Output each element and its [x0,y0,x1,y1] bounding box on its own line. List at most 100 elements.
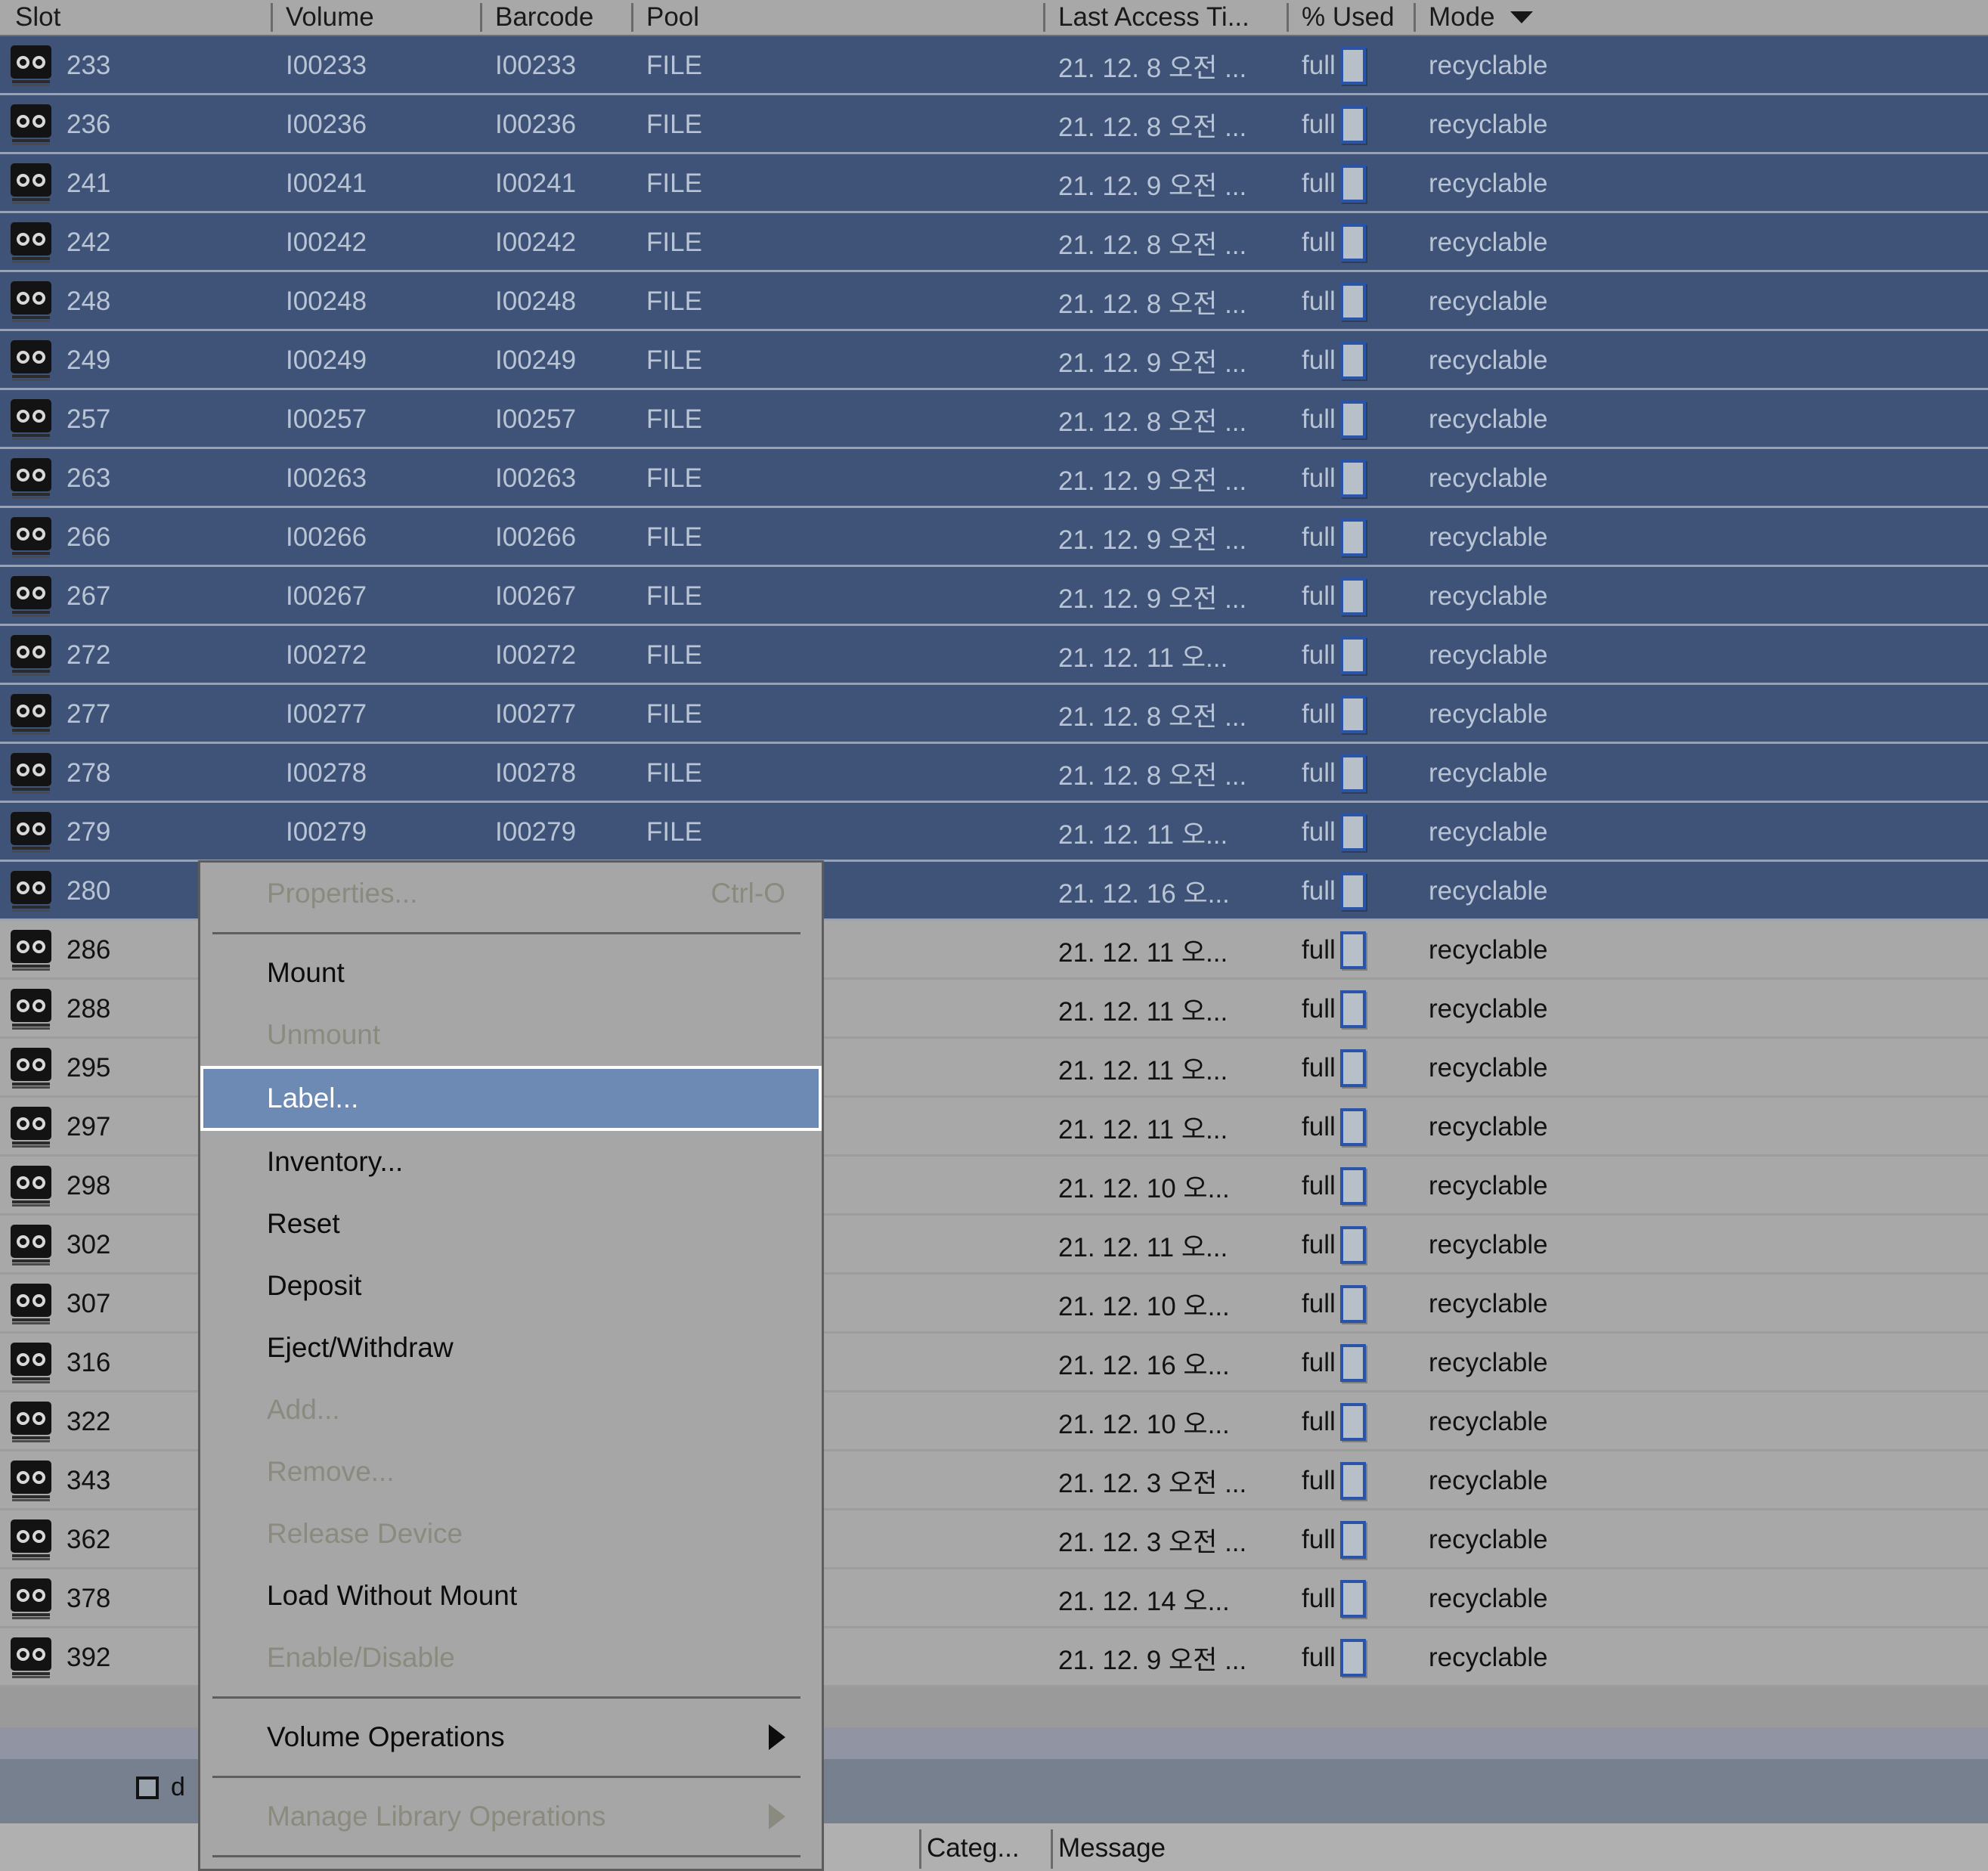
column-header-pool[interactable]: Pool [639,0,699,35]
cell-pctused: full [1302,567,1366,626]
menu-item-label: Manage Library Operations [267,1801,605,1832]
column-header-mode[interactable]: Mode [1421,0,1533,35]
cell-pctused: full [1302,95,1366,154]
menu-separator [212,932,800,934]
cell-slot: 288 [67,980,110,1039]
table-row[interactable]: 278I00278I00278FILE21. 12. 8 오전 ...fullr… [0,744,1988,803]
cell-pctused: full [1302,744,1366,803]
cell-lastacc: 21. 12. 8 오전 ... [1058,390,1246,449]
cell-lastacc: 21. 12. 8 오전 ... [1058,685,1246,744]
percent-used-label: full [1302,51,1336,81]
cell-volume: I00233 [286,36,367,95]
column-separator-mode[interactable] [1414,3,1416,32]
menu-item-shortcut: Ctrl-O [711,878,785,909]
table-row[interactable]: 242I00242I00242FILE21. 12. 8 오전 ...fullr… [0,213,1988,272]
menu-item-inventory[interactable]: Inventory... [200,1131,822,1193]
menu-item-manage-library-operations: Manage Library Operations [200,1786,822,1848]
percent-used-label: full [1302,640,1336,671]
cell-lastacc: 21. 12. 11 오... [1058,1216,1228,1275]
tape-cartridge-icon [11,45,51,86]
table-row[interactable]: 263I00263I00263FILE21. 12. 9 오전 ...fullr… [0,449,1988,508]
chevron-right-icon [769,1804,785,1829]
percent-used-label: full [1302,876,1336,906]
tape-cartridge-icon [11,340,51,381]
cell-slot: 279 [67,803,110,862]
percent-used-indicator [1340,519,1366,556]
column-separator-volume[interactable] [271,3,273,32]
cell-slot: 362 [67,1510,110,1569]
menu-item-load-without-mount[interactable]: Load Without Mount [200,1565,822,1627]
cell-pool: FILE [646,331,702,390]
tape-cartridge-icon [11,1107,51,1148]
column-separator-lastacc[interactable] [1043,3,1045,32]
column-separator-pctused[interactable] [1287,3,1289,32]
cell-mode: recyclable [1429,1392,1548,1451]
cell-pctused: full [1302,803,1366,862]
table-row[interactable]: 279I00279I00279FILE21. 12. 11 오...fullre… [0,803,1988,862]
percent-used-indicator [1340,931,1366,969]
message-column-separator[interactable] [919,1829,921,1869]
tape-cartridge-icon [11,1048,51,1089]
cell-pctused: full [1302,921,1366,980]
tape-cartridge-icon [11,989,51,1030]
column-header-volume[interactable]: Volume [278,0,374,35]
table-row[interactable]: 236I00236I00236FILE21. 12. 8 오전 ...fullr… [0,95,1988,154]
message-column-header[interactable]: Categ... [927,1826,1020,1871]
table-row[interactable]: 233I00233I00233FILE21. 12. 8 오전 ...fullr… [0,36,1988,95]
percent-used-indicator [1340,1580,1366,1618]
table-row[interactable]: 277I00277I00277FILE21. 12. 8 오전 ...fullr… [0,685,1988,744]
column-header-pctused[interactable]: % Used [1294,0,1395,35]
menu-item-label: Mount [267,957,345,989]
cell-volume: I00267 [286,567,367,626]
cell-mode: recyclable [1429,744,1548,803]
percent-used-indicator [1340,47,1366,85]
cell-slot: 392 [67,1628,110,1687]
cell-mode: recyclable [1429,803,1548,862]
table-row[interactable]: 249I00249I00249FILE21. 12. 9 오전 ...fullr… [0,331,1988,390]
tape-cartridge-icon [11,1461,51,1501]
percent-used-indicator [1340,1108,1366,1146]
cell-pool: FILE [646,567,702,626]
cell-barcode: I00249 [495,331,576,390]
tape-cartridge-icon [11,1225,51,1265]
cell-slot: 263 [67,449,110,508]
bottom-checkbox-row[interactable]: d [136,1773,185,1802]
cell-slot: 272 [67,626,110,685]
cell-pool: FILE [646,390,702,449]
cell-lastacc: 21. 12. 8 오전 ... [1058,272,1246,331]
table-row[interactable]: 257I00257I00257FILE21. 12. 8 오전 ...fullr… [0,390,1988,449]
cell-pool: FILE [646,685,702,744]
table-row[interactable]: 267I00267I00267FILE21. 12. 9 오전 ...fullr… [0,567,1988,626]
column-header-barcode[interactable]: Barcode [488,0,593,35]
cell-lastacc: 21. 12. 9 오전 ... [1058,567,1246,626]
menu-item-mount[interactable]: Mount [200,942,822,1004]
tape-cartridge-icon [11,1284,51,1324]
bottom-checkbox[interactable] [136,1777,159,1799]
table-row[interactable]: 248I00248I00248FILE21. 12. 8 오전 ...fullr… [0,272,1988,331]
slot-context-menu[interactable]: Properties...Ctrl-OMountUnmountLabel...I… [198,860,824,1871]
table-row[interactable]: 266I00266I00266FILE21. 12. 9 오전 ...fullr… [0,508,1988,567]
table-row[interactable]: 241I00241I00241FILE21. 12. 9 오전 ...fullr… [0,154,1988,213]
menu-item-deposit[interactable]: Deposit [200,1255,822,1317]
percent-used-indicator [1340,342,1366,379]
cell-volume: I00272 [286,626,367,685]
tape-cartridge-icon [11,1637,51,1678]
menu-item-reset[interactable]: Reset [200,1193,822,1255]
tape-cartridge-icon [11,281,51,322]
table-row[interactable]: 272I00272I00272FILE21. 12. 11 오...fullre… [0,626,1988,685]
column-header-slot[interactable]: Slot [8,0,60,35]
message-column-separator[interactable] [1051,1829,1053,1869]
menu-item-label[interactable]: Label... [200,1066,822,1131]
cell-lastacc: 21. 12. 16 오... [1058,1334,1230,1392]
chevron-down-icon[interactable] [1510,11,1533,23]
menu-item-volume-operations[interactable]: Volume Operations [200,1706,822,1768]
percent-used-indicator [1340,1639,1366,1677]
message-column-header[interactable]: Message [1058,1826,1166,1871]
percent-used-indicator [1340,283,1366,321]
column-header-label: Mode [1421,2,1495,33]
column-header-lastacc[interactable]: Last Access Ti... [1051,0,1249,35]
column-separator-pool[interactable] [631,3,633,32]
menu-item-eject-withdraw[interactable]: Eject/Withdraw [200,1317,822,1379]
column-separator-barcode[interactable] [480,3,482,32]
cell-pctused: full [1302,331,1366,390]
